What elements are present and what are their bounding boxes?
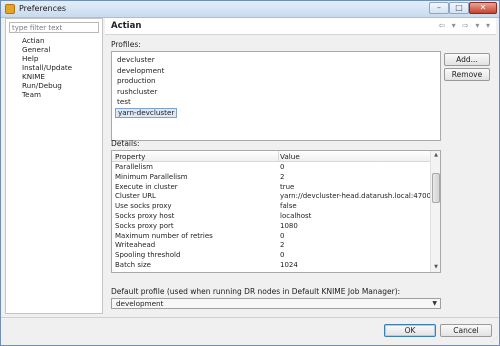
table-row[interactable]: Socks proxy port 1080 bbox=[112, 222, 430, 231]
add-profile-button[interactable]: Add... bbox=[444, 53, 490, 66]
property-cell: Minimum Parallelism bbox=[115, 172, 188, 181]
tree-item-run-debug[interactable]: Run/Debug bbox=[22, 81, 72, 90]
property-cell: Socks proxy host bbox=[115, 212, 175, 220]
value-cell[interactable]: localhost bbox=[280, 212, 311, 221]
property-cell: Execute in cluster bbox=[115, 182, 178, 191]
preferences-window: Preferences – □ ✕ type filter text Actia… bbox=[0, 0, 500, 346]
value-cell[interactable]: false bbox=[280, 202, 297, 211]
dialog-body: type filter text Actian General Help Instal… bbox=[1, 18, 499, 345]
dialog-button-bar: OK Cancel ⋰ bbox=[1, 317, 499, 345]
property-column-header[interactable]: Property bbox=[115, 152, 145, 161]
details-label: Details: bbox=[111, 139, 140, 148]
value-cell[interactable]: 2 bbox=[280, 241, 284, 250]
profile-item-devcluster[interactable]: devcluster bbox=[115, 55, 157, 65]
profile-item-production[interactable]: production bbox=[115, 76, 158, 86]
default-profile-label: Default profile (used when running DR no… bbox=[111, 287, 401, 296]
profiles-list[interactable]: devcluster development production rushclust… bbox=[111, 51, 441, 141]
table-row[interactable]: Execute in cluster true bbox=[112, 183, 430, 192]
resize-grip-icon[interactable]: ⋰ bbox=[491, 336, 497, 343]
cancel-button[interactable]: Cancel bbox=[440, 324, 492, 337]
dropdown-arrow-icon[interactable]: ▼ bbox=[432, 299, 437, 308]
value-column-header[interactable]: Value bbox=[280, 152, 300, 161]
tree-item-knime[interactable]: KNIME bbox=[22, 72, 72, 81]
table-row[interactable]: Batch size 1024 bbox=[112, 261, 430, 270]
default-profile-select[interactable]: development ▼ bbox=[111, 298, 441, 309]
value-cell[interactable]: 2 bbox=[280, 173, 284, 182]
profile-item-test[interactable]: test bbox=[115, 97, 133, 107]
tree-item-install-update[interactable]: Install/Update bbox=[22, 63, 72, 72]
details-table: Property Value Parallelism 0 Minimum Paral… bbox=[111, 150, 441, 273]
scroll-down-arrow-icon[interactable]: ▼ bbox=[431, 263, 440, 272]
table-row[interactable]: Spooling threshold 0 bbox=[112, 251, 430, 260]
profile-item-development[interactable]: development bbox=[115, 66, 166, 76]
value-cell[interactable]: 0 bbox=[280, 232, 284, 241]
property-cell: Spooling threshold bbox=[115, 251, 181, 260]
property-cell: Use socks proxy bbox=[115, 202, 172, 211]
history-nav-arrows-icon[interactable]: ⇦ ▾ ⇨ ▾ ▾ bbox=[438, 21, 492, 30]
title-bar: Preferences – □ ✕ bbox=[1, 1, 499, 18]
property-cell: Batch size bbox=[115, 261, 151, 269]
value-cell[interactable]: 1080 bbox=[280, 222, 298, 231]
value-cell[interactable]: 0 bbox=[280, 163, 284, 172]
details-table-header: Property Value bbox=[112, 151, 430, 162]
page-header: Actian ⇦ ▾ ⇨ ▾ ▾ bbox=[105, 18, 496, 35]
tree-item-team[interactable]: Team bbox=[22, 90, 72, 99]
minimize-button[interactable]: – bbox=[429, 2, 449, 14]
window-title: Preferences bbox=[19, 4, 67, 13]
page-title: Actian bbox=[111, 21, 142, 31]
value-cell[interactable]: 1024 bbox=[280, 261, 298, 270]
table-row[interactable]: Writeahead 2 bbox=[112, 241, 430, 250]
table-row[interactable]: Maximum number of retries 0 bbox=[112, 232, 430, 241]
property-cell: Socks proxy port bbox=[115, 221, 174, 230]
filter-input[interactable]: type filter text bbox=[9, 22, 99, 33]
table-row[interactable]: Minimum Parallelism 2 bbox=[112, 173, 430, 182]
close-button[interactable]: ✕ bbox=[469, 2, 497, 14]
column-separator[interactable] bbox=[278, 151, 279, 162]
property-cell: Maximum number of retries bbox=[115, 231, 213, 240]
tree-item-general[interactable]: General bbox=[22, 45, 72, 54]
profile-item-rushcluster[interactable]: rushcluster bbox=[115, 87, 159, 97]
preferences-tree-panel: type filter text Actian General Help Instal… bbox=[5, 18, 103, 314]
details-scrollbar[interactable]: ▲ ▼ bbox=[430, 151, 440, 272]
scroll-up-arrow-icon[interactable]: ▲ bbox=[431, 151, 440, 160]
tree-item-actian[interactable]: Actian bbox=[22, 36, 72, 45]
app-icon bbox=[5, 4, 15, 14]
maximize-button[interactable]: □ bbox=[449, 2, 469, 14]
remove-profile-button[interactable]: Remove bbox=[444, 68, 490, 81]
table-row[interactable]: Socks proxy host localhost bbox=[112, 212, 430, 221]
table-row[interactable]: Parallelism 0 bbox=[112, 163, 430, 172]
property-cell: Writeahead bbox=[115, 241, 156, 250]
value-cell[interactable]: 0 bbox=[280, 251, 284, 260]
property-cell: Parallelism bbox=[115, 163, 153, 171]
property-cell: Cluster URL bbox=[115, 192, 156, 201]
value-cell[interactable]: true bbox=[280, 183, 294, 192]
value-cell[interactable]: yarn://devcluster-head.datarush.local:47… bbox=[280, 192, 436, 201]
preferences-tree: Actian General Help Install/Update KNIME Run/… bbox=[22, 36, 72, 99]
profile-item-yarn-devcluster[interactable]: yarn-devcluster bbox=[115, 107, 178, 118]
preference-page: Actian ⇦ ▾ ⇨ ▾ ▾ Profiles: devcluster dev… bbox=[105, 18, 496, 314]
table-row[interactable]: Use socks proxy false bbox=[112, 202, 430, 211]
default-profile-value: development bbox=[116, 299, 164, 308]
profiles-label: Profiles: bbox=[111, 40, 141, 49]
table-row[interactable]: Cluster URL yarn://devcluster-head.dataru… bbox=[112, 192, 436, 201]
scroll-thumb[interactable] bbox=[432, 173, 440, 203]
ok-button[interactable]: OK bbox=[384, 324, 436, 337]
tree-item-help[interactable]: Help bbox=[22, 54, 72, 63]
